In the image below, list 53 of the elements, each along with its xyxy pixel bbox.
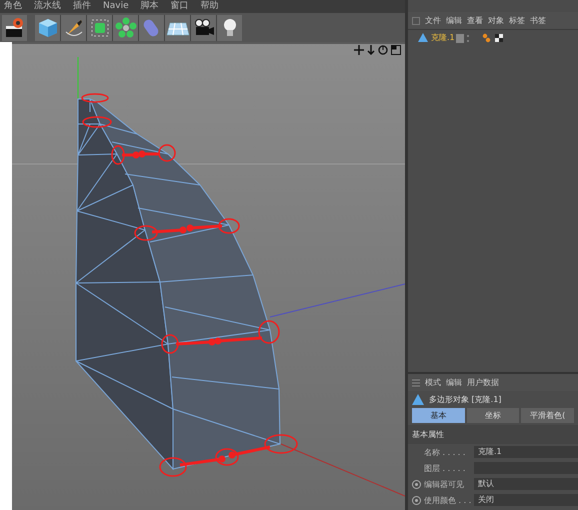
rotate-icon[interactable] xyxy=(378,45,388,55)
tab[interactable]: 坐标 xyxy=(466,408,520,423)
field-label: 编辑器可见 xyxy=(424,478,464,490)
radio-button[interactable] xyxy=(412,480,421,488)
field-label: 使用颜色 . . . xyxy=(424,494,472,506)
cube-icon xyxy=(88,16,110,38)
flower-button[interactable] xyxy=(113,14,138,40)
input-field[interactable]: 克隆.1 xyxy=(474,446,578,458)
panel-grip-icon[interactable] xyxy=(412,16,420,24)
polygon-object-icon xyxy=(412,394,424,405)
menu-item[interactable]: 书签 xyxy=(530,15,546,26)
polygon-object-icon xyxy=(418,32,428,42)
clapper-icon xyxy=(4,16,26,38)
menu-item[interactable]: 编辑 xyxy=(446,377,462,388)
menu-item[interactable]: 流水线 xyxy=(34,1,61,12)
menu-item[interactable]: 对象 xyxy=(488,15,504,26)
menu-item[interactable]: 查看 xyxy=(467,15,483,26)
menu-item[interactable]: 脚本 xyxy=(140,1,159,12)
menu-item[interactable]: 模式 xyxy=(425,377,441,388)
flower-icon xyxy=(114,16,136,38)
camera-button[interactable] xyxy=(191,14,216,40)
cube-button[interactable] xyxy=(35,14,60,40)
move-icon[interactable] xyxy=(354,45,364,55)
layer-toggle-icon[interactable] xyxy=(456,34,470,42)
menu-item[interactable]: Navie xyxy=(103,1,129,12)
tag-icons[interactable] xyxy=(482,32,504,42)
input-field[interactable]: 默认 xyxy=(474,478,578,490)
menu-item[interactable]: 插件 xyxy=(73,1,91,12)
panel-menu-icon[interactable] xyxy=(412,378,420,386)
cube-button[interactable] xyxy=(87,14,112,40)
clapper-button[interactable] xyxy=(2,14,27,40)
object-title: 多边形对象 [克隆.1] xyxy=(429,394,502,405)
menu-item[interactable]: 帮助 xyxy=(200,1,219,12)
section-header: 基本属性 xyxy=(408,425,578,444)
menu-item[interactable]: 窗口 xyxy=(170,1,189,12)
light-button[interactable] xyxy=(217,14,242,40)
input-field[interactable]: 关闭 xyxy=(474,494,578,506)
field-label: 名称 . . . . . xyxy=(423,446,466,458)
menu-item[interactable]: 标签 xyxy=(509,15,525,26)
field-label: 图层 . . . . . xyxy=(423,462,466,474)
object-name[interactable]: 克隆.1 xyxy=(431,32,455,42)
menu-item[interactable]: 编辑 xyxy=(446,15,462,26)
radio-button[interactable] xyxy=(412,496,421,504)
menu-item[interactable]: 文件 xyxy=(425,15,441,26)
tab[interactable]: 平滑着色( xyxy=(521,408,574,423)
cube-icon xyxy=(36,16,58,38)
plane-button[interactable] xyxy=(165,14,190,40)
menu-item[interactable]: 用户数据 xyxy=(467,377,499,388)
down-arrow-icon[interactable] xyxy=(367,45,375,55)
window-icon[interactable] xyxy=(391,45,401,55)
menu-item[interactable]: 角色 xyxy=(4,1,22,12)
tab[interactable]: 基本 xyxy=(412,408,465,423)
pen-button[interactable] xyxy=(61,14,86,40)
